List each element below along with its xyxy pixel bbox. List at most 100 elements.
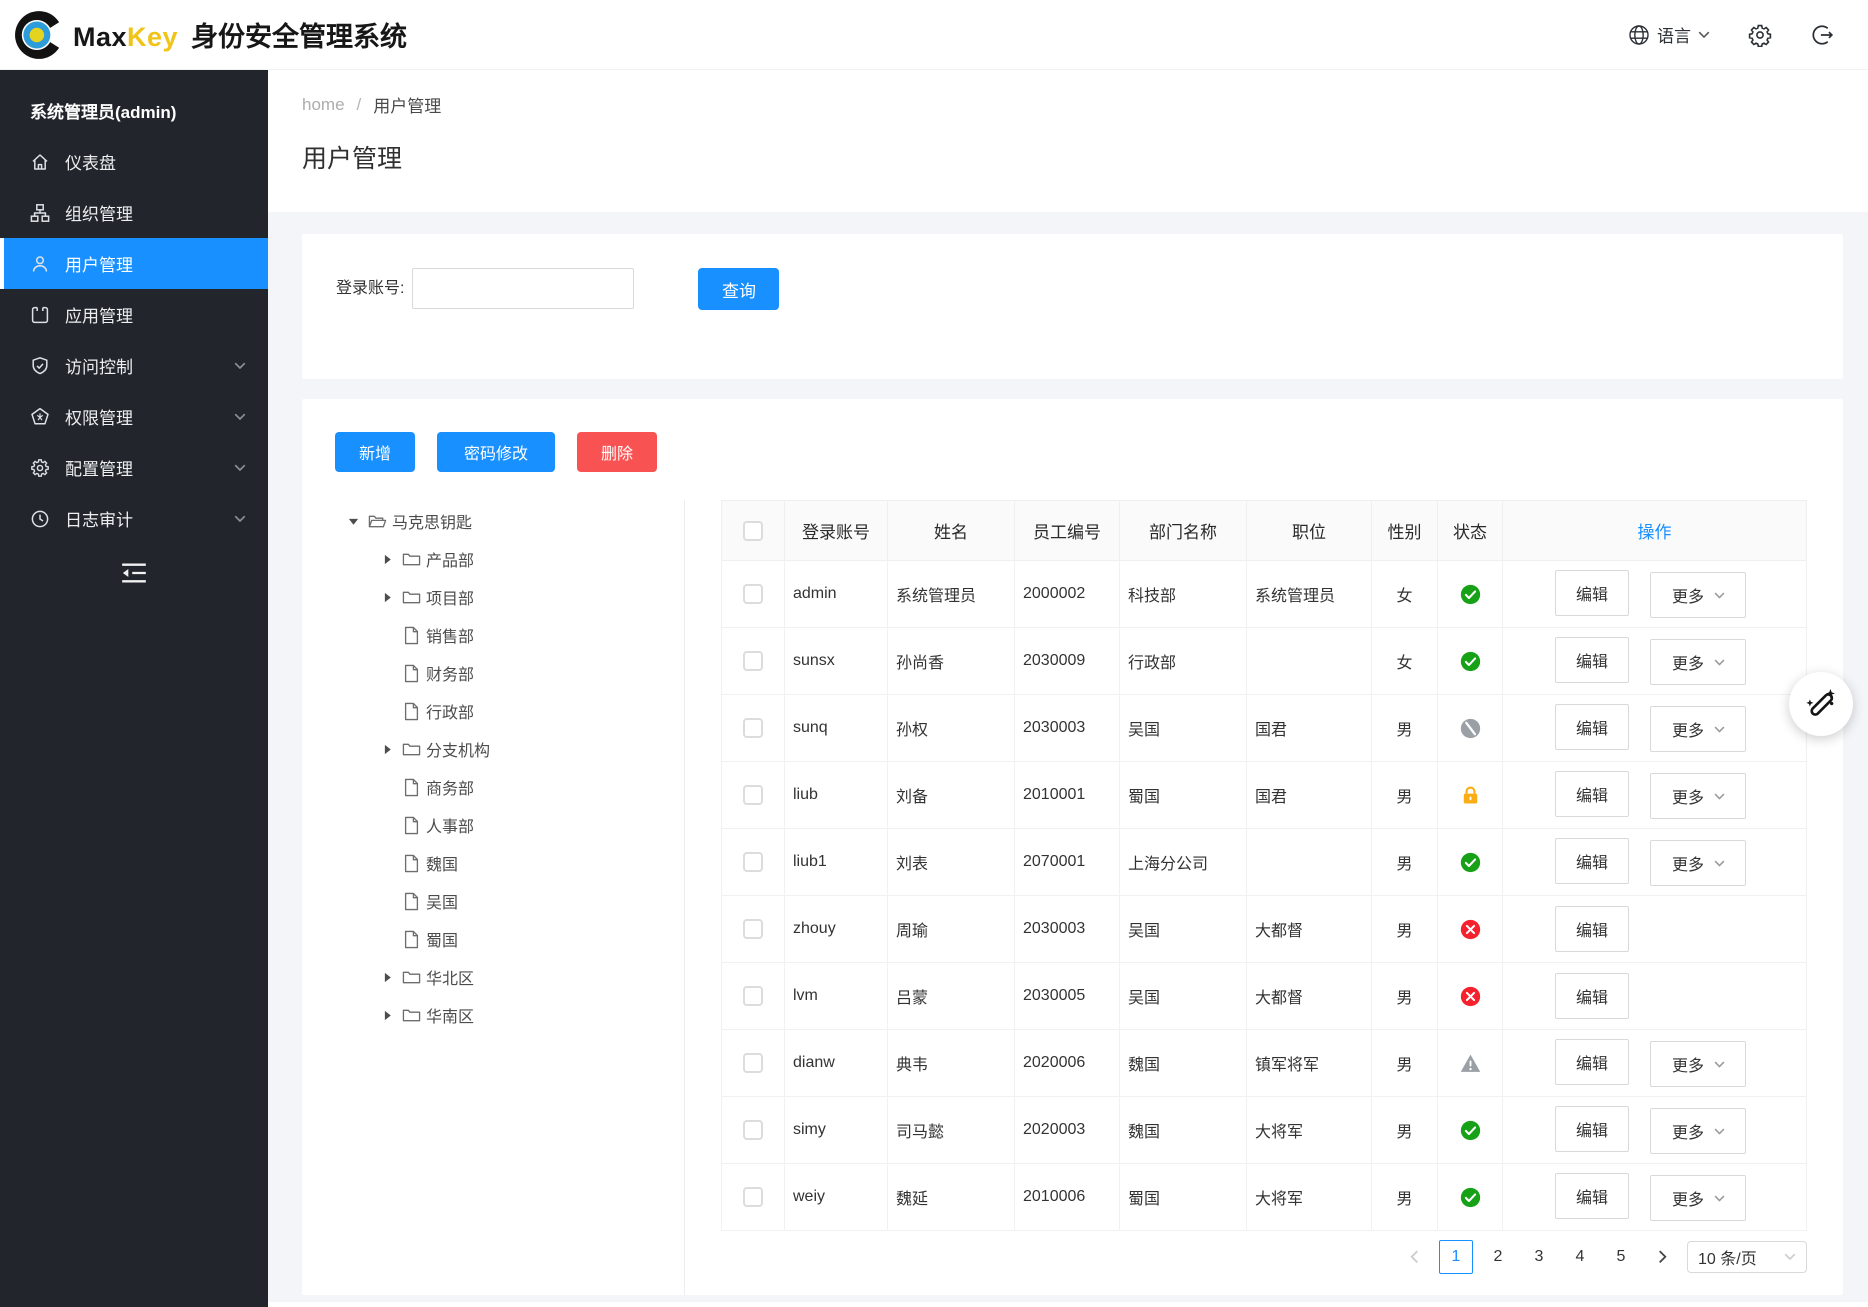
sidebar-item-label: 配置管理 — [65, 455, 133, 480]
language-label: 语言 — [1657, 22, 1691, 47]
magic-wand-button[interactable] — [1789, 672, 1853, 736]
cell-employee-no: 2010006 — [1015, 1164, 1120, 1231]
sidebar-item-dashboard[interactable]: 仪表盘 — [0, 136, 268, 187]
edit-button[interactable]: 编辑 — [1555, 1173, 1629, 1219]
login-account-input[interactable] — [412, 268, 634, 309]
edit-button[interactable]: 编辑 — [1555, 704, 1629, 750]
row-checkbox[interactable] — [743, 718, 763, 738]
tree-node[interactable]: 商务部 — [302, 768, 684, 806]
users-table: 登录账号姓名员工编号部门名称职位性别状态操作 admin 系统管理员 20000… — [721, 500, 1807, 1231]
row-checkbox[interactable] — [743, 1120, 763, 1140]
edit-button[interactable]: 编辑 — [1555, 570, 1629, 616]
tree-node[interactable]: 产品部 — [302, 540, 684, 578]
row-checkbox[interactable] — [743, 852, 763, 872]
folder-open-icon — [368, 512, 387, 531]
tree-node[interactable]: 华南区 — [302, 996, 684, 1034]
edit-button[interactable]: 编辑 — [1555, 973, 1629, 1019]
edit-button[interactable]: 编辑 — [1555, 1106, 1629, 1152]
row-checkbox[interactable] — [743, 1187, 763, 1207]
cell-name: 司马懿 — [888, 1097, 1015, 1164]
tree-node[interactable]: 吴国 — [302, 882, 684, 920]
query-button[interactable]: 查询 — [698, 268, 779, 310]
breadcrumb-home[interactable]: home — [302, 95, 345, 115]
more-button[interactable]: 更多 — [1650, 840, 1746, 886]
next-page-button[interactable] — [1646, 1241, 1678, 1273]
page-size-select[interactable]: 10 条/页 — [1687, 1241, 1807, 1273]
table-row: weiy 魏延 2010006 蜀国 大将军 男 编辑 更多 — [722, 1164, 1807, 1231]
gear-icon[interactable] — [1748, 23, 1772, 47]
more-button[interactable]: 更多 — [1650, 1175, 1746, 1221]
tree-node[interactable]: 马克思钥匙 — [302, 502, 684, 540]
tree-node[interactable]: 蜀国 — [302, 920, 684, 958]
chevron-down-icon — [234, 464, 246, 471]
sidebar-item-access-control[interactable]: 访问控制 — [0, 340, 268, 391]
sidebar-item-audit[interactable]: 日志审计 — [0, 493, 268, 544]
page-button-1[interactable]: 1 — [1439, 1240, 1473, 1274]
menu-fold-icon[interactable] — [121, 562, 147, 584]
tree-node[interactable]: 华北区 — [302, 958, 684, 996]
row-checkbox[interactable] — [743, 785, 763, 805]
tree-node[interactable]: 分支机构 — [302, 730, 684, 768]
tree-node-label: 分支机构 — [426, 737, 490, 761]
tree-node[interactable]: 项目部 — [302, 578, 684, 616]
sidebar-item-permissions[interactable]: 权限管理 — [0, 391, 268, 442]
more-button[interactable]: 更多 — [1650, 1108, 1746, 1154]
edit-button[interactable]: 编辑 — [1555, 771, 1629, 817]
delete-button[interactable]: 删除 — [577, 432, 657, 472]
edit-button[interactable]: 编辑 — [1555, 838, 1629, 884]
more-button[interactable]: 更多 — [1650, 773, 1746, 819]
sidebar-item-config[interactable]: 配置管理 — [0, 442, 268, 493]
cell-employee-no: 2020006 — [1015, 1030, 1120, 1097]
edit-button[interactable]: 编辑 — [1555, 1039, 1629, 1085]
edit-button[interactable]: 编辑 — [1555, 906, 1629, 952]
row-checkbox[interactable] — [743, 584, 763, 604]
row-checkbox[interactable] — [743, 1053, 763, 1073]
tree-node[interactable]: 魏国 — [302, 844, 684, 882]
more-button[interactable]: 更多 — [1650, 639, 1746, 685]
change-password-button[interactable]: 密码修改 — [437, 432, 555, 472]
more-button[interactable]: 更多 — [1650, 572, 1746, 618]
tree-node[interactable]: 人事部 — [302, 806, 684, 844]
page-button-3[interactable]: 3 — [1523, 1241, 1555, 1273]
caret-right-icon[interactable] — [382, 592, 393, 603]
cell-department: 吴国 — [1120, 695, 1247, 762]
sidebar-item-label: 权限管理 — [65, 404, 133, 429]
prev-page-button[interactable] — [1398, 1241, 1430, 1273]
more-button[interactable]: 更多 — [1650, 706, 1746, 752]
tree-node[interactable]: 销售部 — [302, 616, 684, 654]
sidebar-item-org[interactable]: 组织管理 — [0, 187, 268, 238]
caret-right-icon[interactable] — [382, 744, 393, 755]
cell-position: 系统管理员 — [1247, 561, 1372, 628]
cell-status — [1438, 561, 1503, 628]
more-button[interactable]: 更多 — [1650, 1041, 1746, 1087]
edit-button[interactable]: 编辑 — [1555, 637, 1629, 683]
add-button[interactable]: 新增 — [335, 432, 415, 472]
tree-node-label: 行政部 — [426, 699, 474, 723]
caret-down-icon[interactable] — [348, 516, 359, 527]
cell-department: 蜀国 — [1120, 762, 1247, 829]
header-row: 登录账号姓名员工编号部门名称职位性别状态操作 — [722, 501, 1807, 561]
tree-node[interactable]: 财务部 — [302, 654, 684, 692]
row-checkbox[interactable] — [743, 651, 763, 671]
cell-position: 大都督 — [1247, 963, 1372, 1030]
language-menu[interactable]: 语言 — [1628, 22, 1710, 47]
status-disabled-icon — [1460, 718, 1481, 739]
caret-right-icon[interactable] — [382, 554, 393, 565]
page-button-4[interactable]: 4 — [1564, 1241, 1596, 1273]
page-button-5[interactable]: 5 — [1605, 1241, 1637, 1273]
sidebar-item-users[interactable]: 用户管理 — [0, 238, 268, 289]
select-all-checkbox[interactable] — [743, 521, 763, 541]
page-button-2[interactable]: 2 — [1482, 1241, 1514, 1273]
cell-name: 吕蒙 — [888, 963, 1015, 1030]
brand: Max Key 身份安全管理系统 — [14, 8, 407, 62]
row-checkbox[interactable] — [743, 986, 763, 1006]
status-warning-icon — [1460, 1053, 1481, 1074]
sidebar-item-apps[interactable]: 应用管理 — [0, 289, 268, 340]
tree-node[interactable]: 行政部 — [302, 692, 684, 730]
caret-right-icon[interactable] — [382, 972, 393, 983]
row-checkbox[interactable] — [743, 919, 763, 939]
caret-right-icon[interactable] — [382, 1010, 393, 1021]
toolbar: 新增 密码修改 删除 — [302, 399, 1843, 472]
logout-icon[interactable] — [1810, 23, 1834, 47]
tree-node-label: 销售部 — [426, 623, 474, 647]
